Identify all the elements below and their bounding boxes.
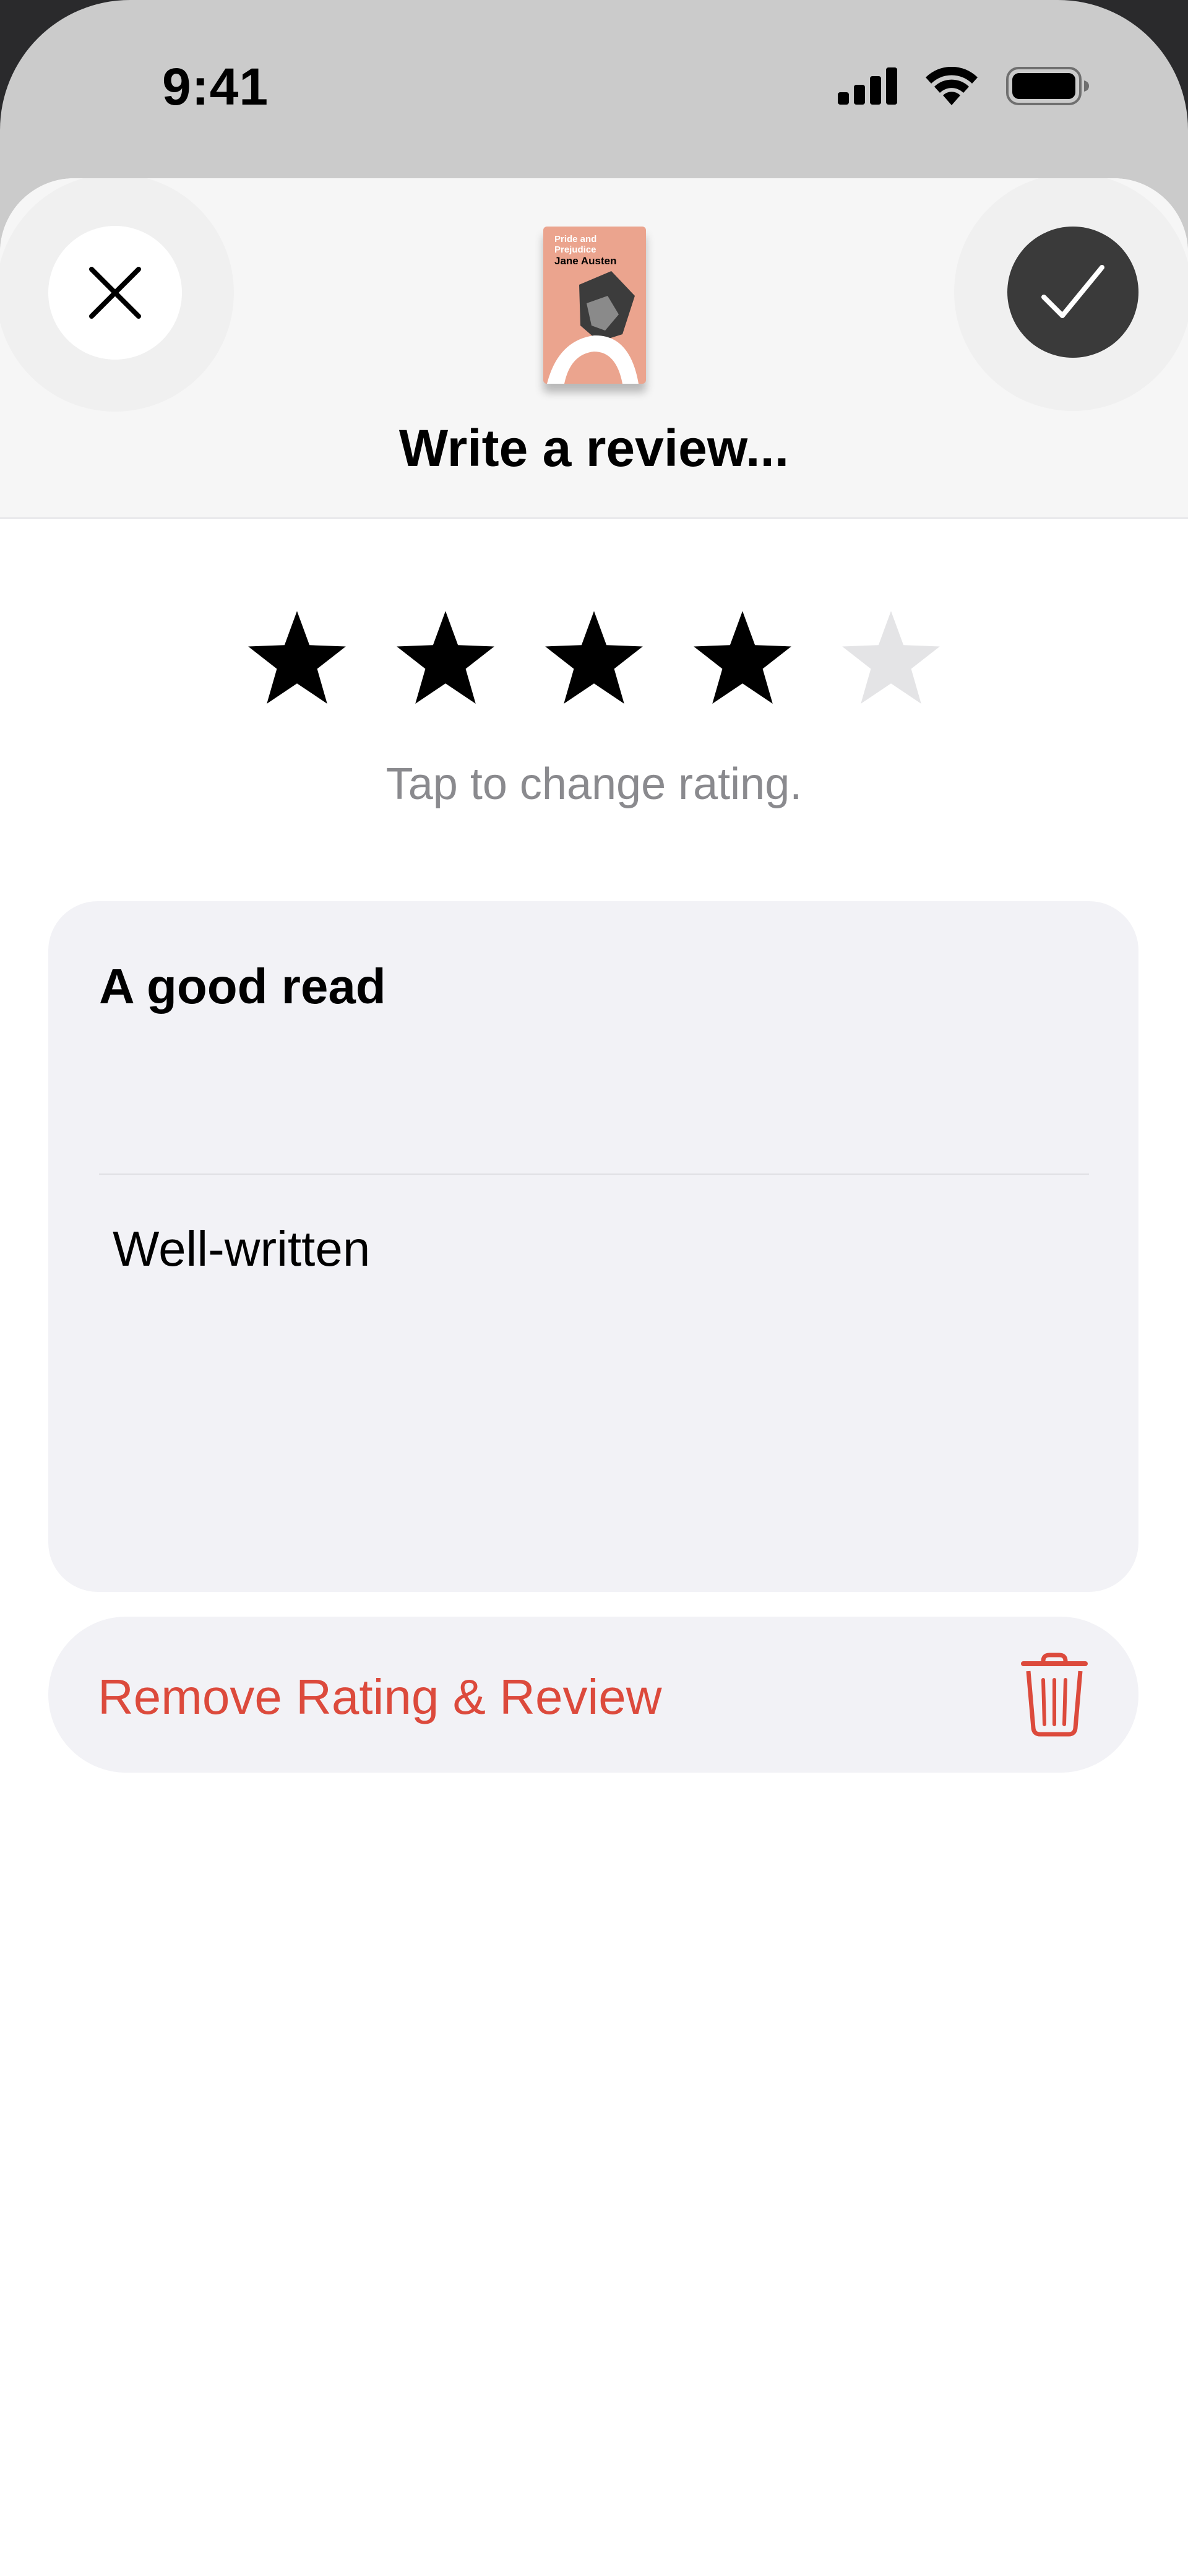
status-icons [838,67,1089,105]
star-1-filled-icon[interactable] [241,607,353,718]
status-bar: 9:41 [0,0,1188,173]
sheet-title: Write a review... [398,419,790,477]
book-cover: Pride and Prejudice Jane Austen [543,227,646,384]
review-sheet: Pride and Prejudice Jane Austen Write a … [0,178,1188,2576]
book-cover-illustration [547,271,639,384]
device-frame: 9:41 Pride and Prejudice Jane Austen Wri… [0,0,1188,2576]
rating-hint: Tap to change rating. [385,759,803,809]
review-title-field[interactable]: A good read [99,958,386,1015]
status-time: 9:41 [162,58,269,116]
review-card: A good read Well-written [48,901,1138,1592]
remove-rating-review-button[interactable]: Remove Rating & Review [48,1617,1138,1773]
remove-rating-review-label: Remove Rating & Review [98,1669,662,1724]
wifi-icon [926,67,978,105]
book-cover-author: Jane Austen [554,255,617,267]
star-4-filled-icon[interactable] [687,607,798,718]
review-divider [99,1173,1089,1175]
review-body-field[interactable]: Well-written [113,1221,370,1277]
trash-icon [1021,1653,1088,1737]
star-rating[interactable] [0,607,1188,718]
done-button[interactable] [1007,227,1138,358]
sheet-header: Pride and Prejudice Jane Austen Write a … [0,178,1188,519]
cellular-signal-icon [838,67,897,105]
book-cover-title: Pride and Prejudice [554,234,597,255]
star-2-filled-icon[interactable] [390,607,501,718]
close-icon [89,267,141,319]
close-button[interactable] [48,226,182,360]
star-5-empty-icon[interactable] [835,607,947,718]
battery-icon [1006,67,1089,105]
star-3-filled-icon[interactable] [538,607,650,718]
checkmark-icon [1041,265,1104,318]
